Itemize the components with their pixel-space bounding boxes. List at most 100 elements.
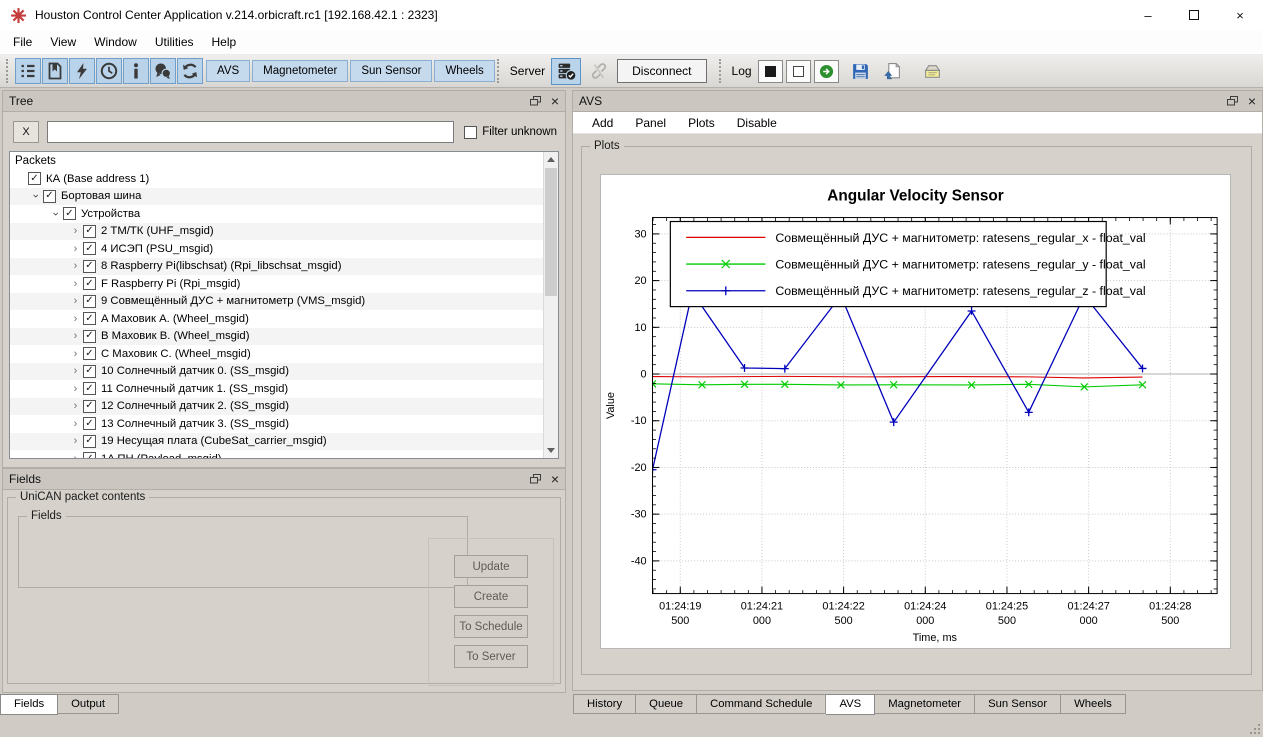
- tab-magnetometer[interactable]: Magnetometer: [875, 694, 975, 714]
- title-bar[interactable]: Houston Control Center Application v.214…: [0, 0, 1263, 30]
- update-button[interactable]: Update: [454, 555, 528, 578]
- tree-item-checkbox[interactable]: [63, 207, 76, 220]
- tab-output[interactable]: Output: [58, 694, 119, 714]
- tree-row-устройства[interactable]: ›Устройства: [10, 205, 543, 223]
- expand-icon[interactable]: ›: [68, 313, 83, 325]
- tree-item-checkbox[interactable]: [83, 382, 96, 395]
- menu-item-file[interactable]: File: [4, 32, 41, 52]
- tree-row-10-солнечный-датчик-0-ss-msgid[interactable]: ›10 Солнечный датчик 0. (SS_msgid): [10, 363, 543, 381]
- menu-item-utilities[interactable]: Utilities: [146, 32, 203, 52]
- filter-unknown-checkbox[interactable]: [464, 126, 477, 139]
- tree-row-бортовая-шина[interactable]: ›Бортовая шина: [10, 188, 543, 206]
- tree-row-9-совмещённый-дус-магнитометр-[interactable]: ›9 Совмещённый ДУС + магнитометр (VMS_ms…: [10, 293, 543, 311]
- expand-icon[interactable]: ›: [68, 435, 83, 447]
- toolbar-drag-handle[interactable]: [719, 59, 723, 83]
- tree-item-checkbox[interactable]: [83, 242, 96, 255]
- minimize-icon[interactable]: –: [1125, 0, 1171, 30]
- resize-grip[interactable]: [1248, 722, 1260, 734]
- tree-row-12-солнечный-датчик-2-ss-msgid[interactable]: ›12 Солнечный датчик 2. (SS_msgid): [10, 398, 543, 416]
- avs-menu-disable[interactable]: Disable: [726, 114, 788, 132]
- tab-queue[interactable]: Queue: [636, 694, 697, 714]
- close-icon[interactable]: ×: [551, 474, 559, 484]
- tree-row-2-тм-тк-uhf-msgid[interactable]: ›2 ТМ/ТК (UHF_msgid): [10, 223, 543, 241]
- menu-item-window[interactable]: Window: [85, 32, 146, 52]
- tree-row-b-маховик-b-wheel-msgid[interactable]: ›B Маховик B. (Wheel_msgid): [10, 328, 543, 346]
- tree-item-checkbox[interactable]: [83, 452, 96, 458]
- tree-row-a-маховик-a-wheel-msgid[interactable]: ›A Маховик A. (Wheel_msgid): [10, 310, 543, 328]
- tree-item-checkbox[interactable]: [83, 277, 96, 290]
- tree-item-checkbox[interactable]: [83, 417, 96, 430]
- expand-icon[interactable]: ›: [68, 348, 83, 360]
- view-button-sun-sensor[interactable]: Sun Sensor: [350, 60, 432, 82]
- avs-menu-add[interactable]: Add: [581, 114, 624, 132]
- sync-icon[interactable]: [177, 58, 203, 84]
- toolbar-drag-handle[interactable]: [6, 59, 10, 83]
- close-icon[interactable]: ×: [1217, 0, 1263, 30]
- fields-panel-header[interactable]: Fields ×: [3, 469, 565, 490]
- info-icon[interactable]: [123, 58, 149, 84]
- expand-icon[interactable]: ›: [68, 400, 83, 412]
- close-icon[interactable]: ×: [551, 96, 559, 106]
- messages-icon[interactable]: [150, 58, 176, 84]
- menu-item-view[interactable]: View: [41, 32, 85, 52]
- avs-menu-panel[interactable]: Panel: [624, 114, 677, 132]
- tab-avs[interactable]: AVS: [826, 694, 875, 715]
- float-icon[interactable]: [530, 474, 541, 484]
- avs-panel-header[interactable]: AVS ×: [573, 91, 1262, 112]
- clear-filter-button[interactable]: X: [13, 121, 39, 143]
- view-button-wheels[interactable]: Wheels: [434, 60, 494, 82]
- tree-row-ка-base-address-1[interactable]: КА (Base address 1): [10, 170, 543, 188]
- expand-icon[interactable]: ›: [68, 225, 83, 237]
- tree-item-checkbox[interactable]: [83, 400, 96, 413]
- tree-item-checkbox[interactable]: [43, 190, 56, 203]
- tree-item-checkbox[interactable]: [83, 365, 96, 378]
- telemetry-doc-icon[interactable]: [42, 58, 68, 84]
- expand-icon[interactable]: ›: [68, 365, 83, 377]
- tree-item-checkbox[interactable]: [83, 225, 96, 238]
- tree-scrollbar[interactable]: [543, 152, 558, 458]
- tree-item-checkbox[interactable]: [83, 435, 96, 448]
- expand-icon[interactable]: ›: [68, 383, 83, 395]
- collapse-icon[interactable]: ›: [50, 206, 62, 221]
- tree-row-c-маховик-c-wheel-msgid[interactable]: ›C Маховик C. (Wheel_msgid): [10, 345, 543, 363]
- tree-item-checkbox[interactable]: [28, 172, 41, 185]
- go-arrow-icon[interactable]: [814, 60, 839, 83]
- angular-velocity-chart[interactable]: Angular Velocity Sensor01:24:1950001:24:…: [600, 174, 1231, 649]
- expand-icon[interactable]: ›: [68, 260, 83, 272]
- tab-wheels[interactable]: Wheels: [1061, 694, 1126, 714]
- tree-row-f-raspberry-pi-rpi-msgid[interactable]: ›F Raspberry Pi (Rpi_msgid): [10, 275, 543, 293]
- menu-item-help[interactable]: Help: [203, 32, 246, 52]
- float-icon[interactable]: [530, 96, 541, 106]
- tab-sun-sensor[interactable]: Sun Sensor: [975, 694, 1061, 714]
- packet-tree-icon[interactable]: [15, 58, 41, 84]
- disconnect-button[interactable]: Disconnect: [617, 59, 706, 83]
- expand-icon[interactable]: ›: [68, 418, 83, 430]
- close-icon[interactable]: ×: [1248, 96, 1256, 106]
- view-button-avs[interactable]: AVS: [206, 60, 250, 82]
- scroll-up-icon[interactable]: [544, 152, 558, 167]
- expand-icon[interactable]: ›: [68, 243, 83, 255]
- scrollbar-thumb[interactable]: [545, 168, 557, 296]
- power-icon[interactable]: [69, 58, 95, 84]
- avs-menu-plots[interactable]: Plots: [677, 114, 726, 132]
- export-log-icon[interactable]: [920, 59, 946, 83]
- expand-icon[interactable]: ›: [68, 295, 83, 307]
- tree-row-1a-пн-payload-msgid[interactable]: ›1A ПН (Payload_msgid): [10, 450, 543, 458]
- tab-command-schedule[interactable]: Command Schedule: [697, 694, 826, 714]
- tree-row-19-несущая-плата-cubesat-carri[interactable]: ›19 Несущая плата (CubeSat_carrier_msgid…: [10, 433, 543, 451]
- tree-row-11-солнечный-датчик-1-ss-msgid[interactable]: ›11 Солнечный датчик 1. (SS_msgid): [10, 380, 543, 398]
- tree-row-13-солнечный-датчик-3-ss-msgid[interactable]: ›13 Солнечный датчик 3. (SS_msgid): [10, 415, 543, 433]
- expand-icon[interactable]: ›: [68, 278, 83, 290]
- view-button-magnetometer[interactable]: Magnetometer: [252, 60, 348, 82]
- maximize-icon[interactable]: [1171, 0, 1217, 30]
- to-server-button[interactable]: To Server: [454, 645, 528, 668]
- toolbar-drag-handle[interactable]: [497, 59, 501, 83]
- filter-input[interactable]: [47, 121, 454, 143]
- clock-icon[interactable]: [96, 58, 122, 84]
- scroll-down-icon[interactable]: [544, 443, 558, 458]
- tab-fields[interactable]: Fields: [0, 694, 58, 715]
- blank-square-icon[interactable]: [786, 60, 811, 83]
- tab-history[interactable]: History: [573, 694, 636, 714]
- tree-item-checkbox[interactable]: [83, 260, 96, 273]
- expand-icon[interactable]: ›: [68, 330, 83, 342]
